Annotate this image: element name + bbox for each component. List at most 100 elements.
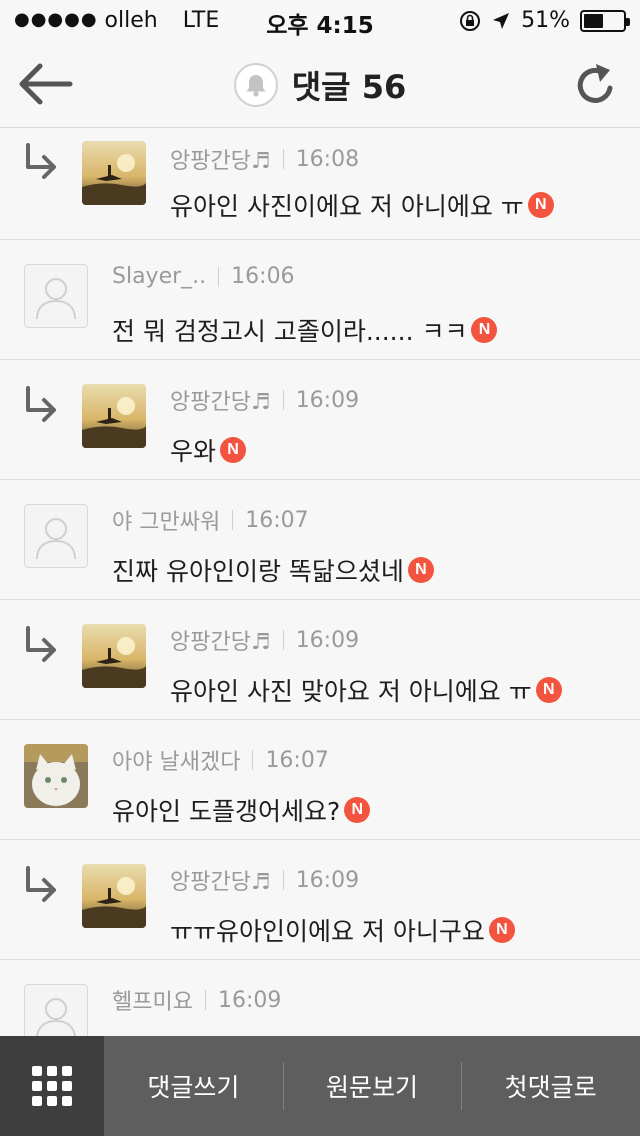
comment-body: 유아인 사진이에요 저 아니에요 ㅠN [170, 187, 554, 223]
comment-text: ㅠㅠ유아인이에요 저 아니구요 [170, 917, 485, 946]
sunset-photo-icon [82, 864, 146, 928]
comment-author[interactable]: 앙팡간당♬ [170, 384, 271, 416]
notification-bell-button[interactable] [233, 63, 278, 107]
rotation-lock-icon [460, 10, 481, 31]
new-badge-icon: N [407, 557, 434, 583]
first-comment-button[interactable]: 첫댓글로 [461, 1036, 640, 1136]
view-original-button[interactable]: 원문보기 [282, 1036, 462, 1136]
comment-body: 우와 N [170, 432, 247, 468]
status-right: 51% [459, 8, 630, 33]
sunset-photo-icon [82, 141, 146, 205]
comment-author[interactable]: 앙팡간당♬ [170, 143, 271, 175]
page-title: 댓글 56 [291, 68, 407, 106]
comment-item[interactable]: Slayer_.. 16:06 전 뭐 검정고시 고졸이라...... ㅋㅋ N [0, 240, 640, 360]
default-user-icon [36, 998, 76, 1036]
meta-divider [282, 390, 284, 410]
avatar[interactable] [24, 504, 88, 568]
comment-time: 16:07 [265, 747, 329, 773]
comment-author[interactable]: 헬프미요 [112, 984, 193, 1016]
comment-author[interactable]: 야 그만싸워 [112, 504, 220, 536]
reply-arrow-icon [22, 141, 62, 181]
new-badge-icon: N [527, 192, 554, 218]
meta-divider [252, 750, 254, 770]
sunset-photo-icon [82, 624, 146, 688]
avatar[interactable] [82, 384, 146, 448]
avatar[interactable] [24, 264, 88, 328]
comment-time: 16:07 [245, 507, 309, 533]
battery-icon [580, 9, 630, 32]
meta-divider [218, 266, 220, 287]
comment-list[interactable]: 앙팡간당♬ 16:08 유아인 사진이에요 저 아니에요 ㅠ N Slayer_.. 16… [0, 129, 640, 1036]
meta-divider [282, 870, 284, 890]
comment-author[interactable]: 앙팡간당♬ [170, 864, 271, 896]
comment-time: 16:08 [295, 146, 360, 172]
avatar[interactable] [82, 864, 146, 928]
refresh-button[interactable] [572, 58, 620, 110]
comment-author[interactable]: Slayer_.. [112, 264, 206, 289]
comment-body: 진짜 유아인이랑 똑닮으셨네 N [112, 552, 434, 588]
reply-arrow-icon [22, 624, 62, 664]
comment-text: 전 뭐 검정고시 고졸이라...... ㅋㅋ [112, 317, 468, 346]
write-comment-button[interactable]: 댓글쓰기 [104, 1036, 283, 1136]
white-cat-photo-icon [24, 744, 88, 808]
comment-meta: 아야 날새겠다 16:07 [112, 744, 329, 776]
default-user-icon [36, 518, 76, 560]
comment-author[interactable]: 아야 날새겠다 [112, 744, 240, 776]
comment-meta: 야 그만싸워 16:07 [112, 504, 309, 536]
reply-comment-item[interactable]: 앙팡간당♬ 16:09 우와 N [0, 360, 640, 480]
reply-arrow-icon [22, 384, 62, 424]
comment-time: 16:09 [295, 387, 360, 413]
meta-divider [232, 510, 234, 530]
comment-meta: Slayer_.. 16:06 [112, 264, 295, 289]
comment-time: 16:06 [231, 264, 295, 289]
reply-comment-item[interactable]: 앙팡간당♬ 16:08 유아인 사진이에요 저 아니에요 ㅠN [0, 129, 640, 240]
new-badge-icon: N [471, 317, 498, 343]
comment-item[interactable]: 헬프미요 16:09 [0, 960, 640, 1036]
comment-meta: 헬프미요 16:09 [112, 984, 281, 1016]
menu-grid-button[interactable] [0, 1036, 104, 1136]
comment-item[interactable]: 아야 날새겠다 16:07 유아인 도플갱어세요? N [0, 720, 640, 840]
default-user-icon [36, 278, 76, 320]
avatar[interactable] [82, 141, 146, 205]
nav-title-group: 댓글 56 [0, 62, 640, 108]
comment-time: 16:09 [295, 867, 360, 893]
meta-divider [282, 630, 284, 650]
avatar[interactable] [82, 624, 146, 688]
status-bar: ●●●●● olleh LTE 오후 4:15 51% [0, 0, 640, 40]
comment-text: 유아인 사진이에요 저 아니에요 ㅠ [170, 192, 524, 221]
comment-text: 유아인 사진 맞아요 저 아니에요 ㅠ [170, 677, 532, 706]
avatar[interactable] [24, 984, 88, 1036]
battery-percent: 51% [521, 8, 570, 33]
comment-meta: 앙팡간당♬ 16:08 [170, 143, 359, 175]
grid-menu-icon [32, 1066, 72, 1106]
reply-comment-item[interactable]: 앙팡간당♬ 16:09 유아인 사진 맞아요 저 아니에요 ㅠN [0, 600, 640, 720]
comment-body: 유아인 도플갱어세요? N [112, 792, 371, 828]
bottom-toolbar: 댓글쓰기 원문보기 첫댓글로 [0, 1036, 640, 1136]
avatar[interactable] [24, 744, 88, 808]
comment-time: 16:09 [217, 987, 282, 1013]
new-badge-icon: N [344, 797, 371, 823]
reply-comment-item[interactable]: 앙팡간당♬ 16:09 ㅠㅠ유아인이에요 저 아니구요 N [0, 840, 640, 960]
comment-meta: 앙팡간당♬ 16:09 [170, 864, 359, 896]
bell-icon [246, 75, 266, 97]
comment-meta: 앙팡간당♬ 16:09 [170, 624, 359, 656]
new-badge-icon: N [220, 437, 247, 463]
comment-time: 16:09 [295, 627, 360, 653]
comment-text: 우와 [170, 437, 217, 466]
battery-level [584, 13, 603, 28]
comment-text: 유아인 도플갱어세요? [112, 797, 341, 826]
meta-divider [282, 149, 284, 169]
refresh-icon [577, 64, 613, 103]
meta-divider [204, 990, 206, 1010]
comment-body: 유아인 사진 맞아요 저 아니에요 ㅠN [170, 672, 562, 708]
location-arrow-icon [493, 12, 510, 29]
new-badge-icon: N [535, 677, 562, 703]
reply-arrow-icon [22, 864, 62, 904]
comment-author[interactable]: 앙팡간당♬ [170, 624, 271, 656]
comment-item[interactable]: 야 그만싸워 16:07 진짜 유아인이랑 똑닮으셨네 N [0, 480, 640, 600]
sunset-photo-icon [82, 384, 146, 448]
new-badge-icon: N [488, 917, 515, 943]
comment-text: 진짜 유아인이랑 똑닮으셨네 [112, 557, 404, 586]
nav-bar: 댓글 56 [0, 40, 640, 128]
comment-body: 전 뭐 검정고시 고졸이라...... ㅋㅋ N [112, 312, 498, 348]
